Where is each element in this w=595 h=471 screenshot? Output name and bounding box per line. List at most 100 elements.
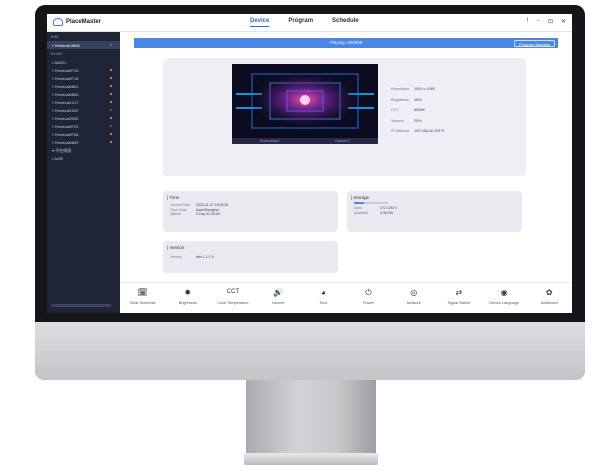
sidebar-item[interactable]: ▪ Terminal0801 — [47, 82, 120, 90]
sidebar-item-label: ▪ Terminal0706 — [52, 132, 79, 137]
monitor-chin — [35, 322, 585, 380]
sidebar-item[interactable]: ▪ Terminal2035 — [47, 114, 120, 122]
app-title: PlaceMaster — [66, 19, 102, 25]
sidebar-item[interactable]: ▪ Terminal0806 — [47, 90, 120, 98]
app-window: PlaceMaster Device Program Schedule ! − … — [47, 14, 572, 313]
status-dot — [110, 109, 112, 111]
info-row-volume: Volume 20% — [391, 118, 422, 123]
clear-schedule-button[interactable]: 🗓 Clear Schedule — [123, 283, 163, 313]
window-controls: ! − ⊡ ✕ — [527, 18, 566, 25]
monitor-stand — [246, 380, 376, 455]
sidebar-item-label: ▪ Terminal1002 — [52, 108, 79, 113]
time-button[interactable]: ◕ Time — [303, 283, 343, 313]
network-button[interactable]: ◎ Network — [394, 283, 434, 313]
sidebar-item[interactable]: ▪ Terminal1002 — [47, 106, 120, 114]
time-card: | Time Current Time 2022-11-07 18:33:26 T… — [163, 191, 338, 232]
device-language-button[interactable]: ◉ Device Language — [484, 283, 524, 313]
sidebar-item[interactable]: ▪ Terminal0809 — [47, 138, 120, 146]
advanced-icon: ✿ — [545, 288, 553, 297]
storage-usage-bar — [354, 202, 388, 204]
program-manage-button[interactable]: Program Manage — [514, 39, 555, 47]
status-dot — [110, 85, 112, 87]
sidebar-item[interactable]: ▾ 不在线组 — [47, 146, 120, 154]
signal-switch-icon: ⇄ — [455, 288, 463, 297]
time-icon: ◕ — [320, 288, 326, 297]
version-rows: Version abc 1.1.1 ↻ — [170, 255, 215, 259]
sidebar-item-label: ▪ Terminal0809 — [52, 140, 79, 145]
preview-card: Screenshot1 Capture 2 Resolution 1920 x 1… — [163, 58, 526, 176]
info-row-brightness: Brightness 15% — [391, 97, 422, 102]
tab-device[interactable]: Device — [250, 18, 270, 27]
cct-icon: CCT — [226, 289, 240, 295]
card-title: | Time — [167, 195, 180, 200]
power-button[interactable]: ⏻ Power — [349, 283, 389, 313]
info-row-resolution: Resolution 1920 x 1080 — [391, 87, 435, 91]
sidebar-item[interactable]: ▪ AB021 — [47, 58, 120, 66]
sidebar-item-label: ▪ Terminal 0808 — [52, 43, 80, 48]
minimize-icon[interactable]: − — [536, 18, 540, 25]
sidebar-item-label: ▪ Terminal0716 — [52, 76, 79, 81]
device-info-list: Resolution 1920 x 1080 Brightness 15% CCT 6… — [391, 84, 444, 137]
tab-schedule[interactable]: Schedule — [332, 18, 359, 27]
sidebar-item[interactable]: ▪ AGB — [47, 154, 120, 162]
sidebar-item[interactable]: ▪ Terminal 0808 — [47, 41, 120, 49]
status-dot — [110, 93, 112, 95]
time-rows: Current Time 2022-11-07 18:33:26 Time Zon… — [170, 203, 229, 216]
advanced-button[interactable]: ✿ Advanced — [529, 283, 569, 313]
network-icon: ◎ — [410, 288, 418, 297]
status-dot — [110, 101, 112, 103]
sidebar-item-label: ▪ AB021 — [52, 60, 67, 65]
sidebar-item[interactable]: ▪ Terminal1217 — [47, 98, 120, 106]
capture-label[interactable]: Capture 2 — [335, 139, 350, 143]
sidebar-item-label: ▪ Terminal0715 — [52, 68, 79, 73]
sidebar-item-label: ▾ 不在线组 — [52, 148, 72, 153]
device-sidebar: ▾ All ▪ Terminal 0808 ▾ LAN ▪ AB021 ▪ Te… — [47, 32, 120, 313]
card-title: | Version — [167, 245, 185, 250]
brightness-button[interactable]: ✹ Brightness — [168, 283, 208, 313]
status-dot — [110, 44, 112, 46]
info-row-cct: CCT 6500K — [391, 108, 425, 112]
info-row-ip: IP Address 192.168.42.119 ↻ — [391, 129, 445, 133]
card-title: | Storage — [351, 195, 370, 200]
monitor-base — [244, 453, 378, 465]
language-icon: ◉ — [500, 288, 508, 297]
sidebar-item-label: ▪ Terminal1217 — [52, 100, 79, 105]
power-icon: ⏻ — [365, 288, 372, 297]
screen-preview[interactable]: Screenshot1 Capture 2 — [232, 64, 378, 144]
screenshot-label[interactable]: Screenshot1 — [260, 139, 280, 143]
status-dot — [110, 133, 112, 135]
title-bar: PlaceMaster Device Program Schedule ! − … — [47, 14, 572, 32]
group-lan[interactable]: ▾ LAN — [47, 49, 120, 58]
volume-button[interactable]: 🔊 Volume — [258, 283, 298, 313]
sidebar-scrollbar[interactable] — [51, 304, 111, 307]
maximize-icon[interactable]: ⊡ — [548, 18, 553, 25]
sidebar-item[interactable]: ▪ Terminal0706 — [47, 130, 120, 138]
sidebar-item[interactable]: ▪ Terminal0715 — [47, 66, 120, 74]
preview-captions: Screenshot1 Capture 2 — [232, 138, 378, 144]
status-dot — [110, 125, 112, 127]
signal-switch-button[interactable]: ⇄ Signal Switch — [439, 283, 479, 313]
status-dot — [110, 69, 112, 71]
sidebar-item-label: ▪ Terminal0703 — [52, 124, 79, 129]
color-temperature-button[interactable]: CCT Color Temperature — [213, 283, 253, 313]
main-nav: Device Program Schedule — [250, 18, 359, 27]
storage-rows: Used 272.12M ↻ Available 3.36 GB — [354, 206, 398, 215]
group-all[interactable]: ▾ All — [47, 32, 120, 41]
calendar-icon: 🗓 — [137, 288, 148, 297]
close-icon[interactable]: ✕ — [561, 18, 566, 25]
status-dot — [110, 77, 112, 79]
sidebar-item-label: ▪ Terminal0801 — [52, 84, 79, 89]
brightness-icon: ✹ — [184, 288, 192, 297]
status-dot — [110, 141, 112, 143]
volume-icon: 🔊 — [273, 288, 284, 297]
sidebar-item[interactable]: ▪ Terminal0716 — [47, 74, 120, 82]
preview-image — [232, 64, 378, 138]
device-toolbar: 🗓 Clear Schedule ✹ Brightness CCT Color Tem… — [120, 282, 572, 313]
storage-card: | Storage Used 272.12M ↻ Available 3.36 GB — [347, 191, 522, 232]
playing-status: Playing: ab0808 — [329, 40, 363, 45]
cloud-logo-icon — [53, 18, 63, 26]
sidebar-item[interactable]: ▪ Terminal0703 — [47, 122, 120, 130]
info-icon[interactable]: ! — [527, 18, 529, 25]
device-panel: Playing: ab0808 Program Manage Screensho… — [120, 32, 572, 313]
tab-program[interactable]: Program — [288, 18, 313, 27]
